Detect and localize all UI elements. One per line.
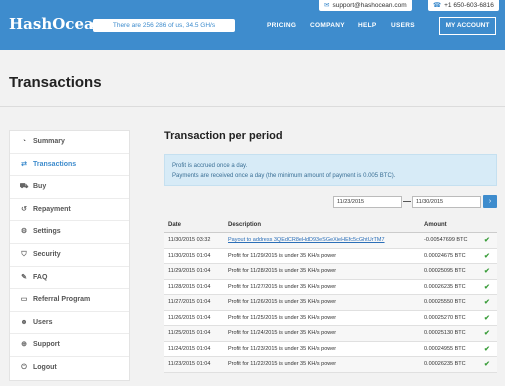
row-description: Profit for 11/26/2015 is under 35 KH/s p… — [228, 299, 337, 305]
checkmark-icon: ✔ — [484, 330, 490, 337]
sidebar-item-repayment[interactable]: ↺ Repayment — [10, 199, 129, 222]
gear-icon: ⚙ — [20, 228, 28, 236]
logout-icon: ⏻ — [21, 363, 27, 371]
cart-icon: ⛟ — [19, 183, 29, 191]
info-line-1: Profit is accrued once a day. — [172, 163, 248, 169]
row-date: 11/25/2015 01:04 — [168, 330, 211, 336]
sidebar-item-transactions[interactable]: ⇄ Transactions — [10, 154, 129, 177]
table-row: 11/26/2015 01:04 Profit for 11/25/2015 is… — [164, 310, 497, 326]
row-description: Profit for 11/23/2015 is under 35 KH/s p… — [228, 345, 337, 352]
sidebar: ◔ Summary ⇄ Transactions ⛟ Buy ↺ Repayment ⚙… — [9, 130, 130, 381]
row-description: Profit for 11/27/2015 is under 35 KH/s p… — [228, 283, 337, 290]
row-description: Profit for 11/25/2015 is under 35 KH/s p… — [228, 314, 337, 321]
row-date: 11/24/2015 01:04 — [168, 345, 211, 352]
sidebar-item-users[interactable]: ☻ Users — [10, 312, 129, 335]
row-date: 11/30/2015 01:04 — [168, 252, 211, 259]
row-date: 11/30/2015 03:32 — [168, 237, 211, 243]
row-amount: -0.00547699 BTC — [424, 237, 468, 243]
table-row: 11/30/2015 03:32 Payout to address 3QEdCR… — [164, 233, 497, 249]
users-icon: ☻ — [20, 318, 28, 326]
shield-icon: ⛉ — [21, 250, 27, 258]
column-description: Description — [228, 222, 262, 228]
phone-icon: ☎ — [433, 2, 442, 9]
payout-address-link[interactable]: Payout to address 3QEdCR8eHdD93eSGeXieHE… — [228, 233, 385, 248]
transactions-table: Date Description Amount 11/30/2015 03:32… — [164, 219, 497, 373]
info-line-2: Payments are received once a day (the mi… — [172, 173, 396, 179]
nav-users[interactable]: USERS — [391, 22, 415, 29]
hashrate-badge: There are 256 286 of us, 34.5 GH/s — [89, 19, 235, 32]
checkmark-icon: ✔ — [484, 252, 490, 260]
date-to-input[interactable]: 11/30/2015 — [412, 196, 481, 208]
row-description: Profit for 11/22/2015 is under 35 KH/s p… — [228, 361, 337, 367]
table-body: 11/30/2015 03:32 Payout to address 3QEdCR… — [164, 233, 497, 373]
row-date: 11/29/2015 01:04 — [168, 268, 211, 274]
chat-icon: ✎ — [21, 273, 27, 281]
support-phone[interactable]: ☎ +1 650-603-6816 — [428, 0, 499, 11]
lifebuoy-icon: ⊕ — [21, 341, 27, 349]
sidebar-item-summary[interactable]: ◔ Summary — [10, 131, 129, 154]
nav-company[interactable]: COMPANY — [310, 22, 345, 29]
table-row: 11/28/2015 01:04 Profit for 11/27/2015 is… — [164, 279, 497, 295]
row-amount: 0.00025550 BTC — [424, 299, 466, 305]
row-date: 11/26/2015 01:04 — [168, 314, 211, 321]
section-title: Transaction per period — [164, 130, 283, 142]
checkmark-icon: ✔ — [484, 237, 490, 244]
table-row: 11/29/2015 01:04 Profit for 11/28/2015 is… — [164, 264, 497, 280]
row-amount: 0.00024955 BTC — [424, 345, 466, 352]
dashboard-icon: ◔ — [21, 138, 27, 145]
row-amount: 0.00025270 BTC — [424, 314, 466, 321]
info-alert: Profit is accrued once a day. Payments a… — [164, 154, 497, 186]
row-date: 11/28/2015 01:04 — [168, 283, 211, 290]
sidebar-item-faq[interactable]: ✎ FAQ — [10, 267, 129, 290]
card-icon: ▭ — [20, 296, 28, 304]
chevron-right-icon: › — [488, 198, 492, 205]
nav-pricing[interactable]: PRICING — [267, 22, 296, 29]
sidebar-item-security[interactable]: ⛉ Security — [10, 244, 129, 267]
sidebar-item-settings[interactable]: ⚙ Settings — [10, 221, 129, 244]
my-account-button[interactable]: MY ACCOUNT — [439, 17, 496, 35]
table-row: 11/25/2015 01:04 Profit for 11/24/2015 is… — [164, 326, 497, 342]
row-description: Profit for 11/24/2015 is under 35 KH/s p… — [228, 330, 337, 336]
date-from-input[interactable]: 11/23/2015 — [333, 196, 402, 208]
table-row: 11/23/2015 01:04 Profit for 11/22/2015 is… — [164, 357, 497, 373]
checkmark-icon: ✔ — [484, 361, 490, 368]
column-amount: Amount — [424, 222, 447, 228]
sidebar-item-buy[interactable]: ⛟ Buy — [10, 176, 129, 199]
page-title: Transactions — [9, 74, 102, 91]
history-icon: ↺ — [21, 205, 27, 213]
divider — [0, 106, 505, 107]
row-date: 11/23/2015 01:04 — [168, 361, 211, 367]
checkmark-icon: ✔ — [484, 299, 490, 306]
table-row: 11/30/2015 01:04 Profit for 11/29/2015 is… — [164, 248, 497, 264]
row-amount: 0.00026235 BTC — [424, 361, 466, 367]
top-header: HashOcean There are 256 286 of us, 34.5 … — [0, 0, 505, 50]
filter-go-button[interactable]: › — [483, 195, 497, 208]
row-date: 11/27/2015 01:04 — [168, 299, 211, 305]
checkmark-icon: ✔ — [484, 345, 490, 353]
table-row: 11/24/2015 01:04 Profit for 11/23/2015 is… — [164, 341, 497, 357]
row-amount: 0.00025130 BTC — [424, 330, 466, 336]
nav-help[interactable]: HELP — [358, 22, 377, 29]
checkmark-icon: ✔ — [484, 314, 490, 322]
sidebar-item-referral-program[interactable]: ▭ Referral Program — [10, 289, 129, 312]
envelope-icon: ✉ — [324, 2, 330, 9]
row-description: Profit for 11/29/2015 is under 35 KH/s p… — [228, 252, 337, 259]
sidebar-item-logout[interactable]: ⏻ Logout — [10, 357, 129, 380]
exchange-icon: ⇄ — [21, 160, 27, 168]
row-amount: 0.00026235 BTC — [424, 283, 466, 290]
row-amount: 0.00025095 BTC — [424, 268, 466, 274]
row-amount: 0.00024675 BTC — [424, 252, 466, 259]
checkmark-icon: ✔ — [484, 283, 490, 291]
row-description: Profit for 11/28/2015 is under 35 KH/s p… — [228, 268, 337, 274]
sidebar-item-support[interactable]: ⊕ Support — [10, 334, 129, 357]
support-email[interactable]: ✉ support@hashocean.com — [319, 0, 412, 11]
table-row: 11/27/2015 01:04 Profit for 11/26/2015 is… — [164, 295, 497, 311]
checkmark-icon: ✔ — [484, 268, 490, 275]
column-date: Date — [168, 222, 182, 228]
table-header: Date Description Amount — [164, 219, 497, 233]
date-range-separator — [403, 201, 411, 202]
